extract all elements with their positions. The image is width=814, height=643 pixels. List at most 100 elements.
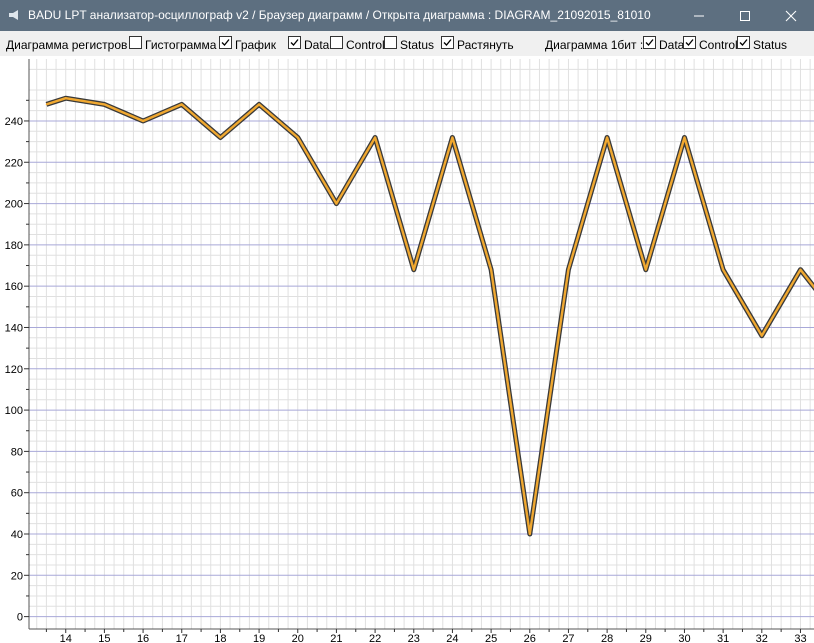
minimize-button[interactable]	[676, 0, 722, 31]
x-tick-label: 18	[214, 633, 226, 643]
x-tick-label: 33	[794, 633, 806, 643]
checkbox-graph-label[interactable]: График	[235, 38, 276, 52]
x-tick-label: 24	[446, 633, 458, 643]
checkbox-bit-control-label[interactable]: Control	[699, 38, 738, 52]
data-point	[142, 120, 144, 122]
data-point	[529, 533, 531, 535]
checkbox-histogram-label[interactable]: Гистограмма	[145, 38, 216, 52]
checkbox-register-control[interactable]	[330, 36, 343, 49]
y-tick-label: 240	[5, 116, 23, 128]
checkmark-icon	[645, 39, 654, 46]
y-tick-labels: 0 20 40 60 80 100 120 140 160 180 200 220 240	[5, 116, 23, 624]
chart-axes	[24, 59, 814, 633]
y-tick-label: 60	[11, 488, 23, 500]
checkbox-register-status-label[interactable]: Status	[400, 38, 434, 52]
x-tick-label: 22	[369, 633, 381, 643]
x-tick-label: 15	[98, 633, 110, 643]
data-point	[219, 136, 222, 139]
checkmark-icon	[685, 39, 694, 46]
maximize-icon	[740, 11, 750, 21]
close-icon	[785, 10, 797, 22]
checkmark-icon	[221, 39, 230, 46]
checkbox-register-data-label[interactable]: Data	[304, 38, 329, 52]
data-point	[799, 269, 802, 271]
y-tick-label: 120	[5, 364, 23, 376]
data-point	[683, 136, 686, 139]
checkmark-icon	[739, 39, 748, 46]
x-tick-label: 31	[717, 633, 729, 643]
data-point	[45, 103, 48, 106]
checkmark-icon	[443, 39, 452, 46]
window-title: BADU LPT анализатор-осциллограф v2 / Бра…	[28, 8, 651, 22]
x-tick-label: 16	[137, 633, 149, 643]
x-tick-label: 21	[330, 633, 342, 643]
data-point	[297, 136, 299, 139]
data-point	[451, 136, 454, 139]
y-tick-label: 180	[5, 240, 23, 252]
data-point	[761, 335, 763, 337]
bits-diagram-label: Диаграмма 1бит :	[545, 38, 644, 52]
x-tick-label: 29	[640, 633, 652, 643]
checkbox-graph[interactable]	[219, 36, 232, 49]
series-line-outline	[45, 95, 814, 537]
checkbox-bit-status-label[interactable]: Status	[753, 38, 787, 52]
minor-grid	[29, 59, 814, 629]
y-tick-label: 0	[17, 612, 23, 624]
x-tick-label: 25	[485, 633, 497, 643]
major-grid	[29, 120, 814, 618]
y-tick-label: 40	[11, 529, 23, 541]
checkbox-bit-data[interactable]	[643, 36, 656, 49]
x-tick-label: 28	[601, 633, 613, 643]
data-point	[374, 136, 376, 139]
checkbox-stretch[interactable]	[441, 36, 454, 49]
checkbox-bit-control[interactable]	[683, 36, 696, 49]
diagram-plot-area[interactable]: 0 20 40 60 80 100 120 140 160 180 200 220 240 14 15 16…	[0, 56, 814, 643]
checkbox-bit-status[interactable]	[737, 36, 750, 49]
y-tick-label: 200	[5, 199, 23, 211]
data-point	[490, 269, 492, 271]
data-point	[567, 269, 570, 271]
data-point	[103, 103, 106, 106]
data-point	[606, 136, 608, 139]
data-point	[65, 97, 67, 99]
maximize-button[interactable]	[722, 0, 768, 31]
y-tick-label: 220	[5, 157, 23, 169]
options-toolbar: Диаграмма регистров : Гистограмма График…	[0, 31, 814, 56]
x-tick-label: 26	[524, 633, 536, 643]
x-tick-label: 19	[253, 633, 265, 643]
checkbox-register-status[interactable]	[384, 36, 397, 49]
minimize-icon	[694, 15, 704, 17]
x-tick-labels: 14 15 16 17 18 19 20 21 22 23 24 25 26 27 28 29 30 31 32 33	[60, 633, 807, 643]
checkbox-bit-data-label[interactable]: Data	[659, 38, 684, 52]
x-tick-label: 30	[678, 633, 690, 643]
data-point	[413, 269, 415, 271]
series-line	[45, 95, 814, 537]
x-tick-label: 32	[756, 633, 768, 643]
y-tick-label: 160	[5, 281, 23, 293]
checkbox-register-data[interactable]	[288, 36, 301, 49]
x-tick-label: 27	[562, 633, 574, 643]
checkbox-register-control-label[interactable]: Control	[346, 38, 385, 52]
data-point	[645, 269, 647, 271]
speaker-icon	[9, 10, 18, 20]
x-tick-label: 23	[408, 633, 420, 643]
checkbox-histogram[interactable]	[129, 36, 142, 49]
data-point	[181, 103, 183, 106]
series-line-fill	[46, 97, 814, 536]
y-tick-label: 80	[11, 446, 23, 458]
registers-diagram-label: Диаграмма регистров :	[6, 38, 135, 52]
title-bar[interactable]: BADU LPT анализатор-осциллограф v2 / Бра…	[0, 0, 814, 31]
data-point	[335, 202, 338, 205]
x-tick-label: 14	[60, 633, 72, 643]
checkmark-icon	[290, 39, 299, 46]
y-tick-label: 20	[11, 570, 23, 582]
x-tick-label: 17	[176, 633, 188, 643]
data-point	[722, 269, 724, 271]
y-tick-label: 100	[5, 405, 23, 417]
checkbox-stretch-label[interactable]: Растянуть	[457, 38, 514, 52]
x-tick-label: 20	[292, 633, 304, 643]
data-point	[258, 103, 260, 106]
register-line-chart: 0 20 40 60 80 100 120 140 160 180 200 220 240 14 15 16…	[5, 59, 814, 643]
close-button[interactable]	[768, 0, 814, 31]
y-tick-label: 140	[5, 322, 23, 334]
